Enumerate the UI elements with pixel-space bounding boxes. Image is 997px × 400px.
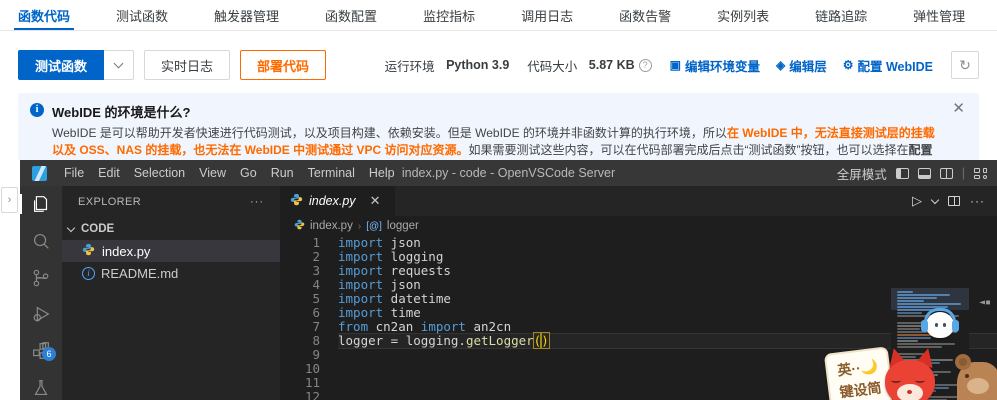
close-icon[interactable]: ✕: [952, 101, 965, 116]
refresh-button[interactable]: ↻: [951, 51, 979, 79]
python-icon: [294, 219, 305, 233]
python-icon: [82, 243, 96, 259]
nav-tab[interactable]: 实例列表: [717, 0, 769, 30]
deploy-code-button[interactable]: 部署代码: [240, 50, 326, 80]
toggle-panel-icon[interactable]: [918, 168, 931, 179]
explorer-header: EXPLORER ···: [62, 186, 280, 218]
ide-titlebar: FileEditSelectionViewGoRunTerminalHelp i…: [20, 160, 997, 186]
chevron-right-icon: ›: [358, 221, 361, 232]
page: 函数代码测试函数触发器管理函数配置监控指标调用日志函数告警实例列表链路追踪弹性管…: [0, 0, 997, 400]
function-toolbar: 测试函数 实时日志 部署代码 运行环境 Python 3.9 代码大小 5.87…: [0, 50, 997, 80]
nav-tab[interactable]: 函数告警: [619, 0, 671, 30]
customize-layout-icon[interactable]: [974, 168, 987, 179]
toolbar-link[interactable]: ▣编辑环境变量: [670, 56, 760, 75]
nav-tab[interactable]: 触发器管理: [214, 0, 279, 30]
editor-tab-indexpy[interactable]: index.py ✕: [280, 186, 396, 216]
nav-tab[interactable]: 链路追踪: [815, 0, 867, 30]
line-numbers: 12345678910111213: [280, 236, 320, 400]
realtime-logs-button[interactable]: 实时日志: [144, 50, 230, 80]
console-nav-tabs: 函数代码 测试函数 触发器管理 函数配置 监控指标 调用日志 函数告警 实例列表 链路追踪 弹性管…: [0, 0, 997, 31]
env-var-icon: ▣: [670, 58, 681, 72]
toolbar-links: ▣编辑环境变量 ◈编辑层 ⚙配置 WebIDE: [670, 56, 933, 75]
configure-webide-link[interactable]: ⚙配置 WebIDE: [843, 56, 933, 75]
menu-terminal[interactable]: Terminal: [301, 166, 362, 180]
nav-tab[interactable]: 调用日志: [521, 0, 573, 30]
nav-tab[interactable]: 弹性管理: [913, 0, 965, 30]
file-item-README.md[interactable]: iREADME.md: [62, 262, 280, 284]
gear-icon: ⚙: [843, 58, 854, 72]
extensions-badge: 6: [42, 347, 56, 361]
activity-bar: 6: [20, 186, 62, 400]
code-line-3[interactable]: import requests: [338, 264, 997, 278]
close-tab-icon[interactable]: ✕: [370, 193, 381, 209]
editor-tab-bar: index.py ✕ ▷ ···: [280, 186, 997, 216]
nav-tab[interactable]: 监控指标: [423, 0, 475, 30]
minimap-slider[interactable]: [891, 288, 969, 310]
menu-run[interactable]: Run: [264, 166, 301, 180]
symbol-variable-icon: [@]: [366, 221, 382, 232]
menu-edit[interactable]: Edit: [91, 166, 127, 180]
test-function-dropdown[interactable]: [104, 50, 134, 80]
more-actions-icon[interactable]: ···: [250, 196, 264, 208]
python-icon: [290, 193, 303, 209]
menu-help[interactable]: Help: [362, 166, 402, 180]
run-python-file-icon[interactable]: ▷: [912, 193, 922, 209]
help-icon[interactable]: ?: [639, 59, 652, 72]
ide-zone: › FileEditSelectionViewGoRunTerminalHelp…: [0, 160, 997, 400]
run-dropdown-icon[interactable]: [931, 196, 939, 204]
expand-panel-button[interactable]: ›: [1, 187, 18, 213]
info-icon: i: [30, 103, 44, 117]
minimap[interactable]: [891, 288, 969, 400]
file-item-index.py[interactable]: index.py: [62, 240, 280, 262]
nav-tab[interactable]: 函数代码: [18, 0, 70, 30]
layers-icon: ◈: [776, 58, 785, 72]
runtime-info: 运行环境 Python 3.9: [385, 56, 510, 75]
toggle-sidebar-icon[interactable]: [896, 168, 909, 179]
menu-selection[interactable]: Selection: [127, 166, 192, 180]
menu-file[interactable]: File: [57, 166, 91, 180]
explorer-sidebar: EXPLORER ··· CODE index.pyiREADME.md: [62, 186, 280, 400]
menu-go[interactable]: Go: [233, 166, 264, 180]
testing-icon[interactable]: [20, 376, 62, 400]
collapsed-panel-gutter: ›: [0, 160, 20, 400]
banner-title: i WebIDE 的环境是什么?: [52, 102, 945, 121]
editor-actions: ▷ ···: [912, 186, 997, 216]
search-icon[interactable]: [20, 229, 62, 253]
minimap-marker-icon: ◄▪: [979, 296, 991, 310]
test-function-button[interactable]: 测试函数: [18, 50, 104, 80]
split-editor-icon[interactable]: [948, 196, 960, 206]
webide-window: FileEditSelectionViewGoRunTerminalHelp i…: [20, 160, 997, 400]
split-editor-icon[interactable]: [940, 168, 953, 179]
openvscode-logo-icon: [32, 166, 47, 181]
source-control-icon[interactable]: [20, 266, 62, 290]
nav-tab[interactable]: 测试函数: [116, 0, 168, 30]
toolbar-meta: 运行环境 Python 3.9 代码大小 5.87 KB ? ▣编辑环境变量 ◈编…: [385, 51, 979, 79]
ide-menubar: FileEditSelectionViewGoRunTerminalHelp: [57, 166, 402, 180]
divider: |: [962, 166, 965, 180]
breadcrumb[interactable]: index.py › [@] logger: [280, 216, 997, 236]
fullscreen-mode-button[interactable]: 全屏模式: [837, 164, 887, 183]
code-size-info: 代码大小 5.87 KB ?: [527, 56, 651, 75]
extensions-icon[interactable]: 6: [20, 339, 62, 363]
more-actions-icon[interactable]: ···: [970, 194, 985, 208]
code-line-1[interactable]: import json: [338, 236, 997, 250]
code-line-2[interactable]: import logging: [338, 250, 997, 264]
explorer-icon[interactable]: [20, 192, 62, 216]
file-tree: index.pyiREADME.md: [62, 240, 280, 284]
run-debug-icon[interactable]: [20, 302, 62, 326]
code-editor[interactable]: 12345678910111213 import jsonimport logg…: [280, 236, 997, 400]
nav-tab[interactable]: 函数配置: [325, 0, 377, 30]
menu-view[interactable]: View: [192, 166, 233, 180]
chevron-down-icon: [67, 224, 75, 232]
editor-group: index.py ✕ ▷ ···: [280, 186, 997, 400]
folder-code[interactable]: CODE: [62, 218, 280, 240]
support-chatbot-icon[interactable]: [921, 308, 959, 342]
info-icon: i: [82, 267, 95, 280]
toolbar-link[interactable]: ◈编辑层: [776, 56, 827, 75]
chevron-down-icon: [114, 59, 124, 69]
